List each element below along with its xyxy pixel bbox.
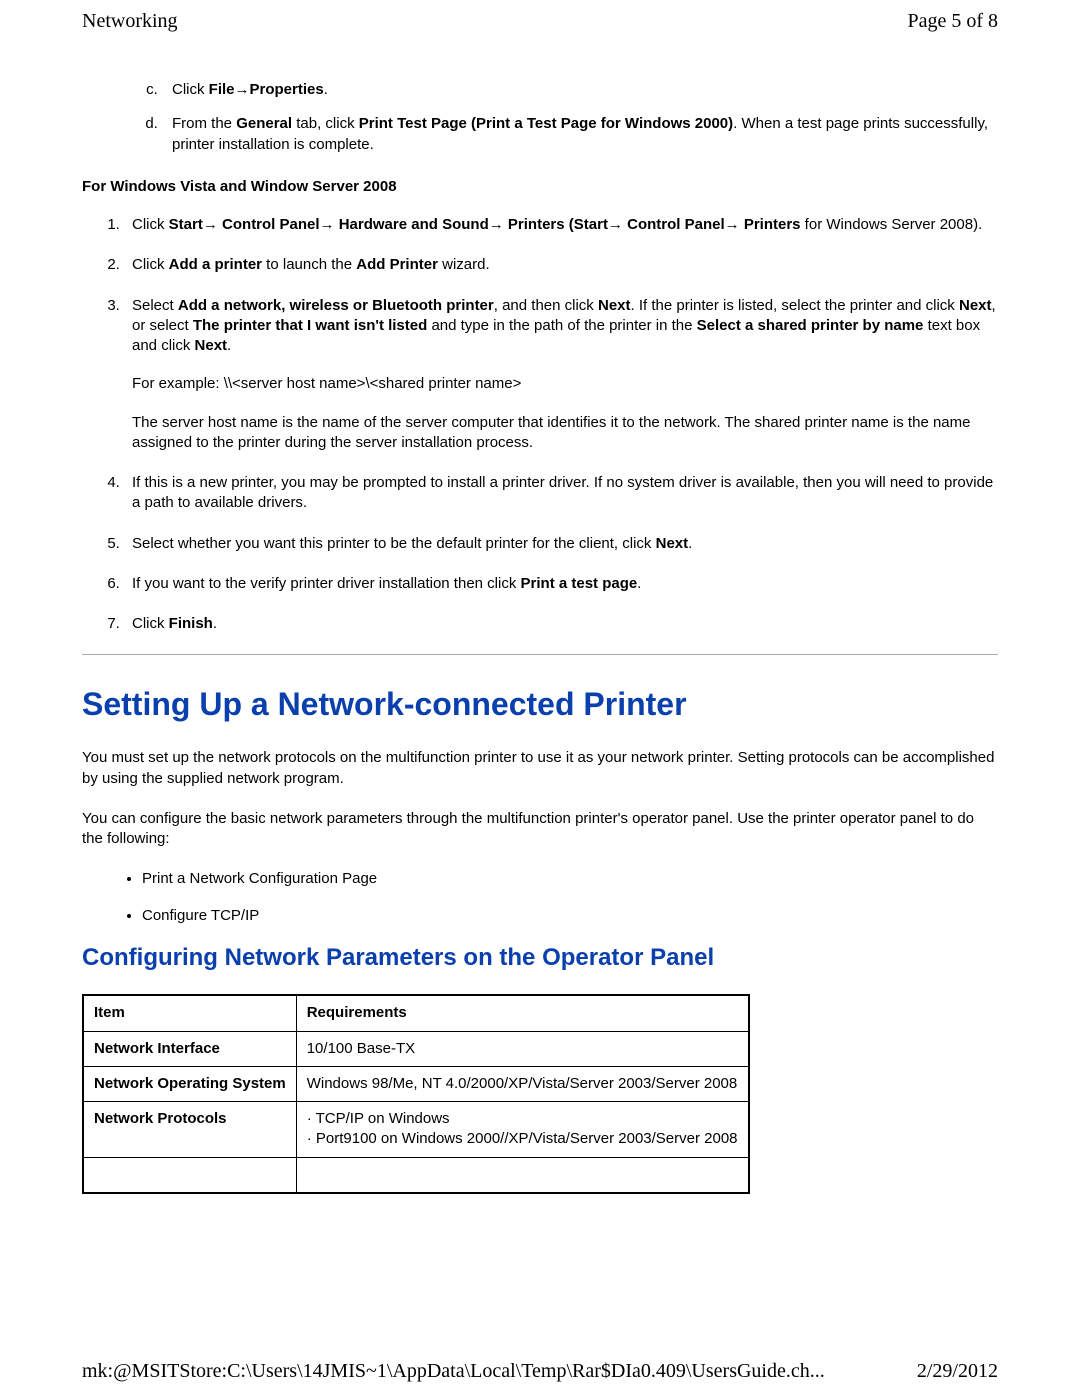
table-cell-item: Network Protocols [83, 1102, 296, 1158]
page-content: Click File→Properties. From the General … [82, 80, 998, 1194]
divider [82, 654, 998, 655]
table-cell-req [296, 1157, 748, 1193]
arrow-icon: → [320, 216, 339, 233]
step-item: Click Add a printer to launch the Add Pr… [124, 255, 998, 275]
section-paragraph: You must set up the network protocols on… [82, 748, 998, 789]
step-item: If this is a new printer, you may be pro… [124, 473, 998, 514]
table-cell-req: Windows 98/Me, NT 4.0/2000/XP/Vista/Serv… [296, 1066, 748, 1101]
doc-title: Networking [82, 10, 178, 33]
bold: Hardware and Sound [339, 216, 489, 233]
bold: Next [656, 535, 689, 552]
bold: Select a shared printer by name [697, 317, 924, 334]
table-cell-item: Network Operating System [83, 1066, 296, 1101]
arrow-icon: → [725, 216, 744, 233]
text: Click [132, 216, 169, 233]
requirements-table: ItemRequirementsNetwork Interface10/100 … [82, 994, 750, 1194]
text: Select whether you want this printer to … [132, 535, 656, 552]
sub-step-c: Click File→Properties. [162, 80, 998, 100]
text: . [324, 81, 328, 98]
sub-step-list: Click File→Properties. From the General … [82, 80, 998, 155]
bold: Finish [169, 615, 213, 632]
text: and type in the path of the printer in t… [427, 317, 696, 334]
bold: Control Panel [222, 216, 320, 233]
bold: Next [195, 337, 228, 354]
bold: Properties [250, 81, 324, 98]
arrow-icon: → [489, 216, 508, 233]
arrow-icon: → [235, 81, 250, 98]
bold: Print a test page [521, 575, 638, 592]
text: If you want to the verify printer driver… [132, 575, 521, 592]
text: . [688, 535, 692, 552]
table-cell-req: 10/100 Base-TX [296, 1031, 748, 1066]
bold: The printer that I want isn't listed [193, 317, 427, 334]
step-paragraph: The server host name is the name of the … [132, 413, 998, 454]
bold: Add a network, wireless or Bluetooth pri… [178, 297, 494, 314]
table-header: Item [83, 995, 296, 1031]
step-item: Select Add a network, wireless or Blueto… [124, 296, 998, 454]
bold: Next [598, 297, 631, 314]
text: Click [172, 81, 209, 98]
text: Click [132, 615, 169, 632]
text: to launch the [262, 256, 356, 273]
text: . [227, 337, 231, 354]
bullet-list: Print a Network Configuration Page Confi… [82, 869, 998, 926]
page-footer: mk:@MSITStore:C:\Users\14JMIS~1\AppData\… [82, 1360, 998, 1383]
footer-date: 2/29/2012 [917, 1360, 998, 1383]
table-cell-item: Network Interface [83, 1031, 296, 1066]
arrow-icon: → [203, 216, 222, 233]
text: If this is a new printer, you may be pro… [132, 474, 993, 511]
table-row: Network Interface10/100 Base-TX [83, 1031, 749, 1066]
text: tab, click [292, 115, 359, 132]
bold: Printers (Start [508, 216, 608, 233]
arrow-icon: → [608, 216, 627, 233]
page-indicator: Page 5 of 8 [907, 10, 998, 33]
step-item: Click Finish. [124, 614, 998, 634]
bold: Start [169, 216, 203, 233]
os-heading-vista: For Windows Vista and Window Server 2008 [82, 177, 998, 197]
text: for Windows Server 2008). [801, 216, 983, 233]
bold: Add Printer [356, 256, 438, 273]
table-row [83, 1157, 749, 1193]
table-cell-item [83, 1157, 296, 1193]
text: . [637, 575, 641, 592]
page: Networking Page 5 of 8 Click File→Proper… [0, 0, 1080, 1397]
text: , and then click [494, 297, 598, 314]
text: Select [132, 297, 178, 314]
bold: General [236, 115, 292, 132]
step-list: Click Start→ Control Panel→ Hardware and… [82, 215, 998, 634]
bold: Print Test Page (Print a Test Page for W… [359, 115, 733, 132]
text: wizard. [438, 256, 490, 273]
subsection-title: Configuring Network Parameters on the Op… [82, 942, 998, 974]
step-item: Select whether you want this printer to … [124, 534, 998, 554]
bold: Control Panel [627, 216, 725, 233]
section-title: Setting Up a Network-connected Printer [82, 683, 998, 726]
table-row: Network Operating SystemWindows 98/Me, N… [83, 1066, 749, 1101]
step-item: If you want to the verify printer driver… [124, 574, 998, 594]
page-header: Networking Page 5 of 8 [82, 10, 998, 33]
sub-step-d: From the General tab, click Print Test P… [162, 114, 998, 155]
list-item: Configure TCP/IP [142, 906, 998, 926]
table-cell-req: · TCP/IP on Windows· Port9100 on Windows… [296, 1102, 748, 1158]
text: . [213, 615, 217, 632]
text: Click [132, 256, 169, 273]
table-row: Network Protocols· TCP/IP on Windows· Po… [83, 1102, 749, 1158]
text: . If the printer is listed, select the p… [631, 297, 959, 314]
bold: Add a printer [169, 256, 262, 273]
section-paragraph: You can configure the basic network para… [82, 809, 998, 850]
bold: Next [959, 297, 992, 314]
step-item: Click Start→ Control Panel→ Hardware and… [124, 215, 998, 235]
step-paragraph: For example: \\<server host name>\<share… [132, 374, 998, 394]
bold: File [209, 81, 235, 98]
bold: Printers [744, 216, 801, 233]
footer-path: mk:@MSITStore:C:\Users\14JMIS~1\AppData\… [82, 1360, 825, 1383]
list-item: Print a Network Configuration Page [142, 869, 998, 889]
table-header: Requirements [296, 995, 748, 1031]
text: From the [172, 115, 236, 132]
